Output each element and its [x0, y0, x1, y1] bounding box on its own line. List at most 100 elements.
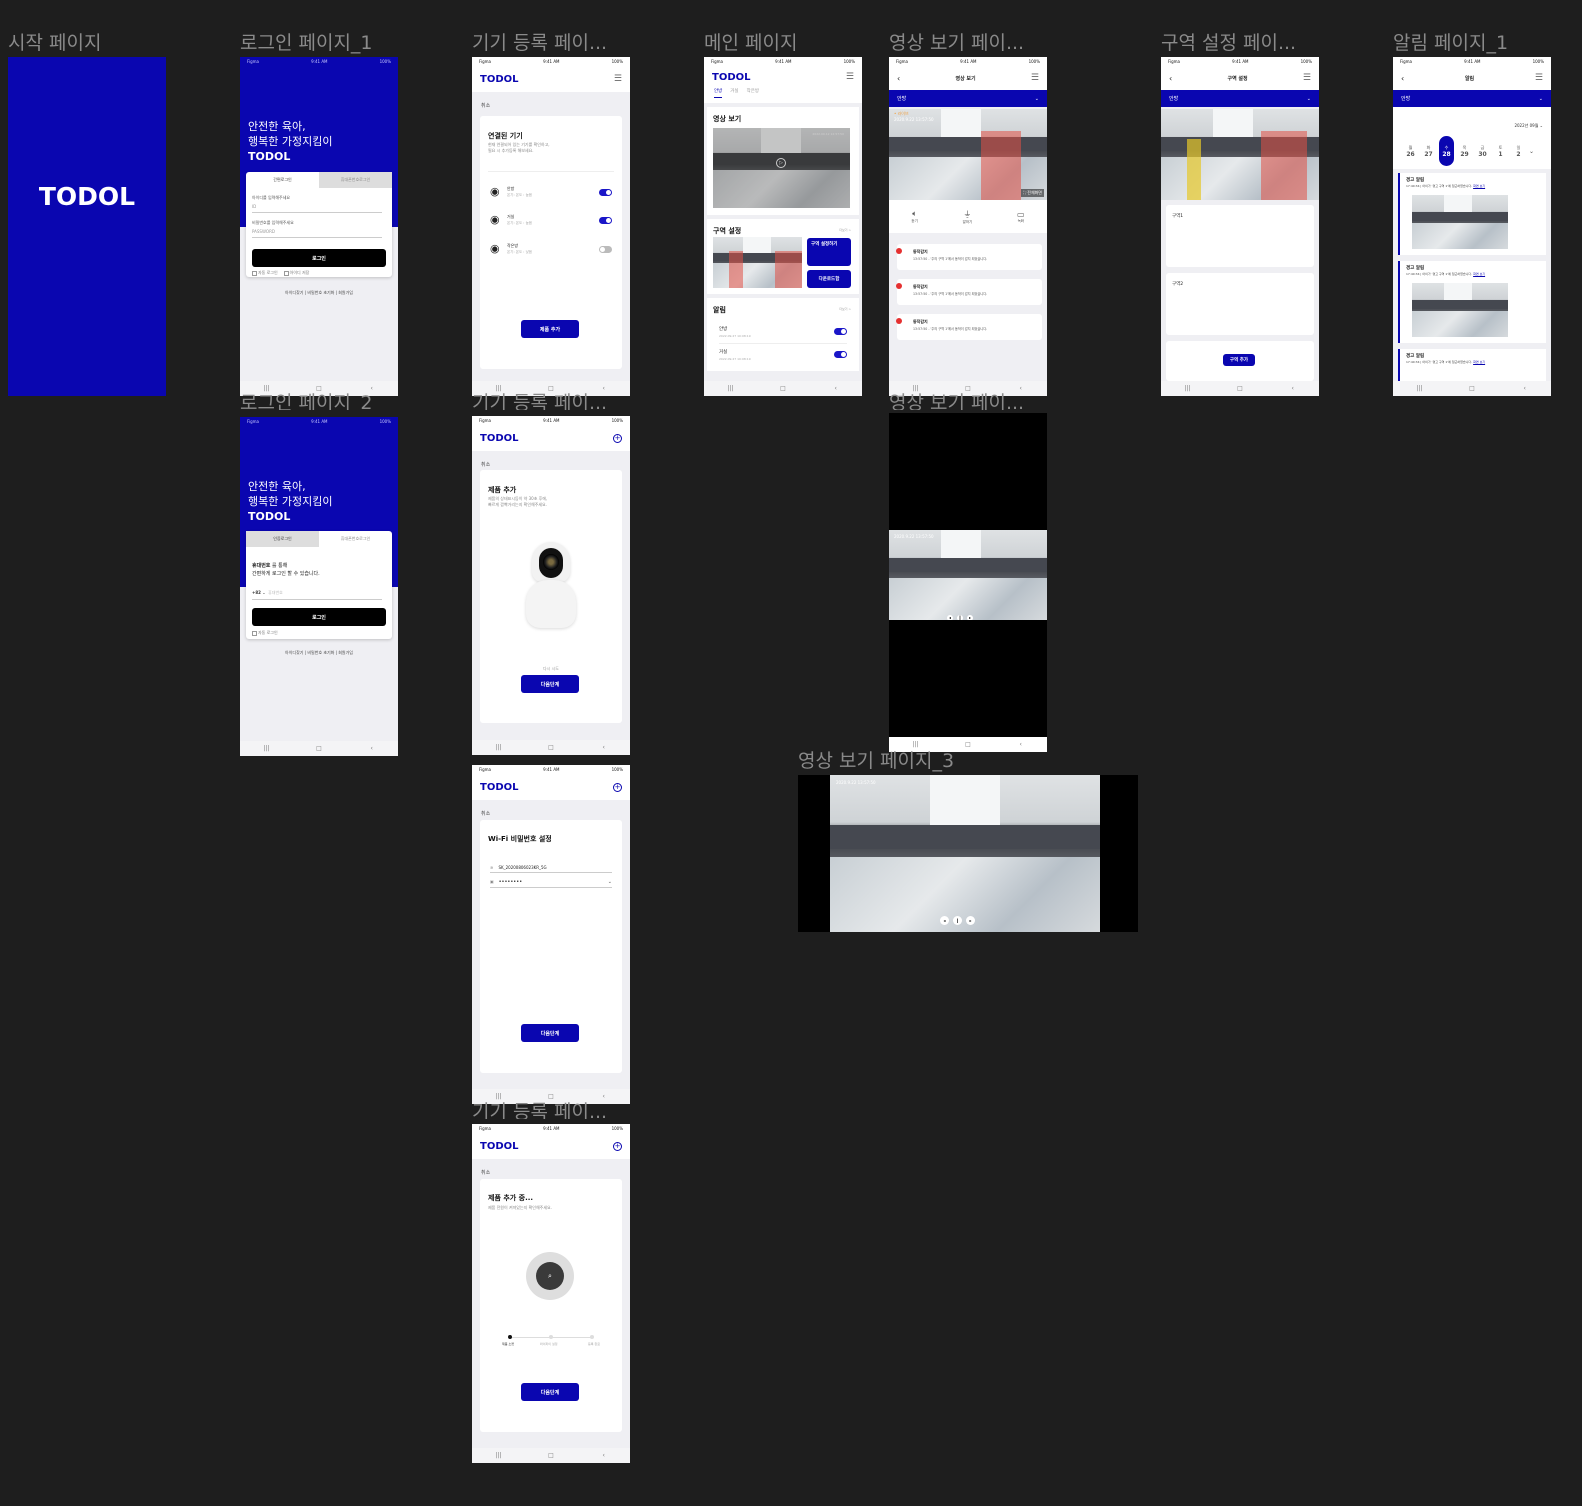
next-step-button[interactable]: 다음단계: [521, 675, 579, 693]
video-player-landscape[interactable]: 2020.9.22 13:57:50 ◂ ‖ ▸: [830, 775, 1100, 932]
add-icon[interactable]: +: [613, 1141, 622, 1151]
zone-setting-button[interactable]: 구역 설정하기: [807, 238, 851, 266]
next-step-button[interactable]: 다음단계: [521, 1383, 579, 1401]
day-cell[interactable]: 금 30: [1475, 145, 1490, 158]
alarm-snapshot[interactable]: [1412, 283, 1508, 337]
forward-icon[interactable]: ▸: [967, 615, 973, 620]
play-icon[interactable]: ▷: [776, 158, 786, 168]
talk-button[interactable]: ⏚ 말하기: [963, 209, 973, 225]
recent-apps-icon[interactable]: |||: [488, 1452, 508, 1459]
device-row[interactable]: ◉ 안방 온기: 온도 : 높음: [490, 186, 612, 200]
wifi-password-field[interactable]: ▣ •••••••• ⌄: [490, 879, 612, 888]
home-icon[interactable]: □: [1462, 385, 1482, 392]
tab-id-login[interactable]: 간편로그인: [246, 172, 319, 188]
event-row[interactable]: 동작감지 13:57:50 - '주의 구역 1'에서 동작이 감지 되었습니다…: [896, 314, 1042, 340]
day-cell[interactable]: 토1: [1493, 145, 1508, 158]
menu-icon[interactable]: ☰: [1303, 73, 1311, 83]
pause-icon[interactable]: ‖: [957, 615, 963, 620]
listen-button[interactable]: 🔈︎ 듣기: [911, 209, 917, 224]
back-arrow-icon[interactable]: ‹: [897, 74, 900, 83]
room-selector[interactable]: 안방 ⌄: [1161, 90, 1319, 107]
phone-input[interactable]: +82 ⌄ 휴대번호: [252, 590, 382, 600]
recent-apps-icon[interactable]: |||: [1409, 385, 1429, 392]
login-button[interactable]: 로그인: [252, 249, 386, 267]
zone-preview[interactable]: [713, 237, 802, 288]
login-links[interactable]: 아이디찾기 | 비밀번호 초기화 | 회원가입: [240, 650, 398, 656]
id-input[interactable]: ID: [252, 204, 382, 213]
menu-icon[interactable]: ☰: [1031, 73, 1039, 83]
auto-login-checkbox[interactable]: 자동 로그인: [252, 630, 278, 636]
back-icon[interactable]: ‹: [594, 744, 614, 751]
tab-room[interactable]: 거실: [730, 88, 738, 103]
device-row[interactable]: ◉ 거실 온기: 온도 : 높음: [490, 214, 612, 228]
download-button[interactable]: 다운로드함: [807, 270, 851, 288]
back-icon[interactable]: ‹: [1283, 385, 1303, 392]
back-arrow-icon[interactable]: ‹: [1401, 74, 1404, 83]
alarm-item[interactable]: 경고 알림 17:40:34 | 아이가 '경고 구역 1'에 접근하였습니다.…: [1398, 261, 1546, 343]
back-icon[interactable]: ‹: [1515, 385, 1535, 392]
device-row[interactable]: ◉ 작은방 온기: 온도 : 낮음: [490, 243, 612, 257]
more-link[interactable]: 더보기 >: [839, 307, 851, 311]
fullscreen-button[interactable]: ⛶ 전체화면: [1021, 189, 1044, 197]
cancel-link[interactable]: 취소: [481, 461, 490, 468]
tab-phone-login[interactable]: 휴대폰번호로그인: [319, 531, 392, 547]
add-icon[interactable]: +: [613, 782, 622, 792]
back-icon[interactable]: ‹: [594, 1452, 614, 1459]
menu-icon[interactable]: ☰: [846, 72, 854, 82]
home-icon[interactable]: □: [541, 744, 561, 751]
device-toggle[interactable]: [599, 189, 612, 196]
home-icon[interactable]: □: [309, 745, 329, 752]
cancel-link[interactable]: 취소: [481, 102, 490, 109]
room-selector[interactable]: 안방 ⌄: [1393, 90, 1551, 107]
event-row[interactable]: 동작감지 13:57:50 - '주의 구역 1'에서 동작이 감지 되었습니다…: [896, 244, 1042, 270]
alarm-toggle[interactable]: [834, 328, 847, 335]
home-icon[interactable]: □: [541, 1452, 561, 1459]
tab-room[interactable]: 작은방: [747, 88, 759, 103]
zone-card-2[interactable]: 구역2: [1166, 273, 1314, 335]
room-selector[interactable]: 안방 ⌄: [889, 90, 1047, 107]
live-video[interactable]: • 라이브 2020.9.22 13:57:50 ⛶ 전체화면: [889, 109, 1047, 200]
home-icon[interactable]: □: [1230, 385, 1250, 392]
alarm-row[interactable]: 안방 2022.09.27 10:08:19: [719, 324, 847, 344]
recent-apps-icon[interactable]: |||: [488, 744, 508, 751]
back-icon[interactable]: ‹: [362, 745, 382, 752]
day-cell[interactable]: 화 27: [1421, 145, 1436, 158]
save-id-checkbox[interactable]: 아이디 저장: [283, 270, 309, 276]
auto-login-checkbox[interactable]: 자동 로그인: [252, 270, 278, 276]
recent-apps-icon[interactable]: |||: [720, 385, 740, 392]
event-row[interactable]: 동작감지 13:57:50 - '주의 구역 1'에서 동작이 감지 되었습니다…: [896, 279, 1042, 305]
zone-video[interactable]: [1161, 109, 1319, 200]
cancel-link[interactable]: 취소: [481, 1169, 490, 1176]
pause-icon[interactable]: ‖: [953, 916, 962, 925]
day-cell-selected[interactable]: 수 28: [1439, 136, 1454, 166]
cancel-link[interactable]: 취소: [481, 810, 490, 817]
recent-apps-icon[interactable]: |||: [256, 745, 276, 752]
back-arrow-icon[interactable]: ‹: [1169, 74, 1172, 83]
device-toggle[interactable]: [599, 217, 612, 224]
rewind-icon[interactable]: ◂: [940, 916, 949, 925]
chevron-down-icon[interactable]: ⌄: [608, 879, 612, 885]
menu-icon[interactable]: ☰: [614, 74, 622, 84]
alarm-snapshot[interactable]: [1412, 195, 1508, 249]
day-cell[interactable]: 월 26: [1403, 145, 1418, 158]
day-cell[interactable]: 일2: [1511, 145, 1526, 158]
month-selector[interactable]: 2022년 09월 ⌄: [1514, 123, 1543, 129]
video-player[interactable]: 2020.9.22 13:57:50 ◂ ‖ ▸: [889, 530, 1047, 620]
forward-icon[interactable]: ▸: [966, 916, 975, 925]
ssid-field[interactable]: ≋ SK_20200806023KR_5G: [490, 865, 612, 873]
zone-card-1[interactable]: 구역1: [1166, 205, 1314, 267]
rewind-icon[interactable]: ◂: [947, 615, 953, 620]
menu-icon[interactable]: ☰: [1535, 73, 1543, 83]
home-icon[interactable]: □: [773, 385, 793, 392]
back-icon[interactable]: ‹: [1011, 741, 1031, 748]
day-cell[interactable]: 목 29: [1457, 145, 1472, 158]
chevron-down-icon[interactable]: ⌄: [1529, 148, 1534, 155]
tab-room[interactable]: 안방: [714, 88, 723, 98]
alarm-row[interactable]: 거실 2022.09.27 10:08:19: [719, 347, 847, 367]
alarm-toggle[interactable]: [834, 351, 847, 358]
more-link[interactable]: 더보기 >: [839, 228, 851, 232]
next-step-button[interactable]: 다음단계: [521, 1024, 579, 1042]
back-icon[interactable]: ‹: [826, 385, 846, 392]
login-button[interactable]: 로그인: [252, 608, 386, 626]
device-toggle[interactable]: [599, 246, 612, 253]
